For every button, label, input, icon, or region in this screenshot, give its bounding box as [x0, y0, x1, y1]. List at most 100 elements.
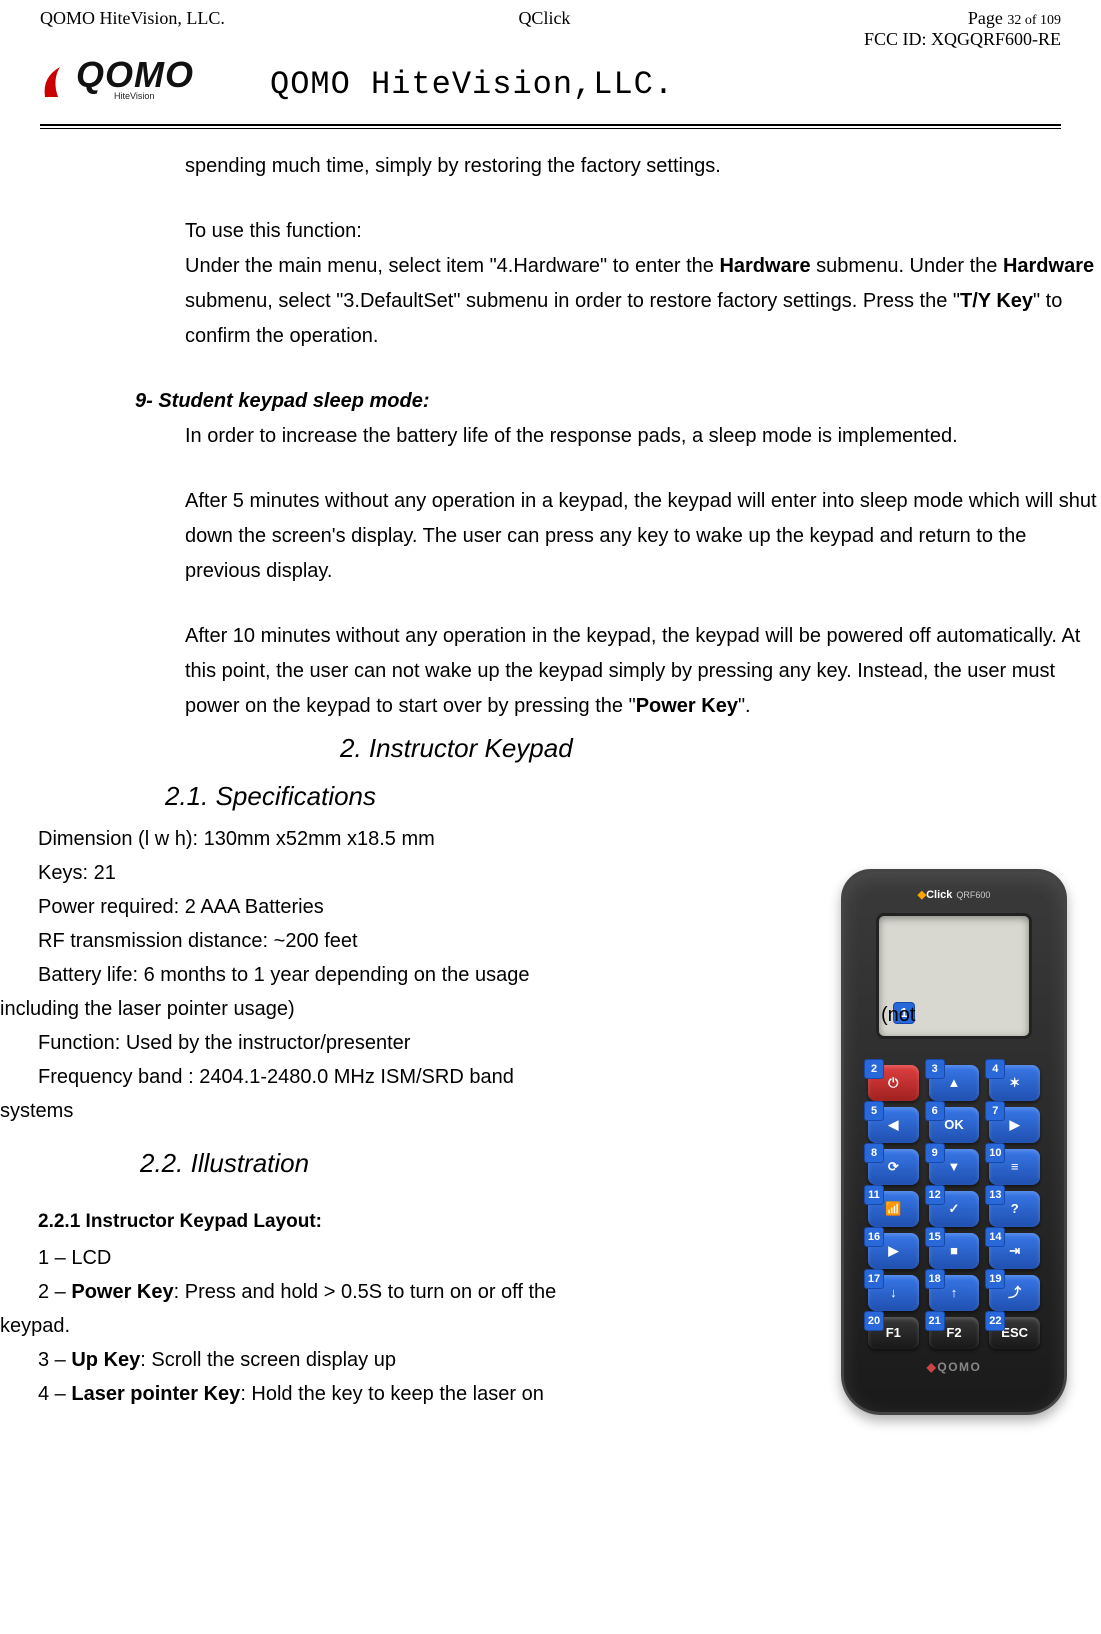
- bold-hardware: Hardware: [719, 255, 810, 277]
- spec-keys: Keys: 21: [38, 857, 841, 889]
- bold-powerkey2: Power Key: [71, 1281, 173, 1303]
- logo-brand: QOMO: [76, 54, 194, 95]
- device-brand-label: ◆ClickQRF600: [844, 872, 1064, 905]
- paragraph-sleep2: After 5 minutes without any operation in…: [0, 484, 1101, 589]
- key-icon-18: ↑: [951, 1282, 958, 1305]
- header-product: QClick: [518, 8, 570, 50]
- spec-battery: Battery life: 6 months to 1 year dependi…: [38, 959, 841, 991]
- device-click-label: Click: [926, 889, 952, 901]
- text-frag: ".: [738, 695, 751, 717]
- key-badge-6: 6: [925, 1101, 945, 1121]
- key-icon-6: OK: [944, 1114, 964, 1137]
- section-9-heading: 9- Student keypad sleep mode:: [0, 384, 1101, 419]
- device-key-6: 6OK: [929, 1107, 980, 1143]
- key-badge-9: 9: [925, 1143, 945, 1163]
- spec-and-device-row: Dimension (l w h): 130mm x52mm x18.5 mm …: [0, 821, 1101, 1450]
- device-bottom-label: QOMO: [937, 1360, 981, 1374]
- paragraph-sleep3: After 10 minutes without any operation i…: [0, 619, 1101, 724]
- spec-dimension: Dimension (l w h): 130mm x52mm x18.5 mm: [38, 823, 841, 855]
- device-key-18: 18↑: [929, 1275, 980, 1311]
- device-key-2: 2⏻: [868, 1065, 919, 1101]
- header-rule-thin: [40, 128, 1061, 129]
- key-icon-11: 📶: [885, 1198, 901, 1221]
- device-key-14: 14⇥: [989, 1233, 1040, 1269]
- key-1-lcd: 1 – LCD: [38, 1242, 841, 1274]
- device-key-7: 7▶: [989, 1107, 1040, 1143]
- key-badge-18: 18: [925, 1269, 945, 1289]
- text-frag: : Scroll the screen display up: [140, 1349, 396, 1371]
- qomo-logo: QOMO HiteVision: [40, 54, 240, 114]
- key-badge-19: 19: [985, 1269, 1005, 1289]
- paragraph-restore: spending much time, simply by restoring …: [0, 149, 1101, 184]
- key-badge-14: 14: [985, 1227, 1005, 1247]
- key-badge-15: 15: [925, 1227, 945, 1247]
- logo-subbrand: HiteVision: [114, 91, 154, 101]
- device-key-9: 9▼: [929, 1149, 980, 1185]
- text-frag: submenu. Under the: [811, 255, 1003, 277]
- key-2-cont: keypad.: [0, 1310, 841, 1342]
- key-icon-9: ▼: [948, 1156, 961, 1179]
- key-icon-14: ⇥: [1009, 1240, 1020, 1263]
- company-title: QOMO HiteVision,LLC.: [270, 66, 674, 103]
- key-badge-5: 5: [864, 1101, 884, 1121]
- key-badge-21: 21: [925, 1311, 945, 1331]
- device-key-13: 13?: [989, 1191, 1040, 1227]
- device-key-16: 16▶: [868, 1233, 919, 1269]
- key-icon-17: ↓: [890, 1282, 897, 1305]
- device-key-11: 11📶: [868, 1191, 919, 1227]
- heading-instructor-keypad: 2. Instructor Keypad: [0, 726, 1101, 772]
- device-key-3: 3▲: [929, 1065, 980, 1101]
- key-badge-13: 13: [985, 1185, 1005, 1205]
- spec-power: Power required: 2 AAA Batteries: [38, 891, 841, 923]
- paragraph-sleep1: In order to increase the battery life of…: [0, 419, 1101, 454]
- device-key-5: 5◀: [868, 1107, 919, 1143]
- spec-rf: RF transmission distance: ~200 feet: [38, 925, 841, 957]
- key-badge-11: 11: [864, 1185, 884, 1205]
- key-badge-16: 16: [864, 1227, 884, 1247]
- key-icon-8: ⟳: [888, 1156, 899, 1179]
- key-badge-12: 12: [925, 1185, 945, 1205]
- key-icon-19: ⤴: [1008, 1282, 1021, 1305]
- bold-hardware2: Hardware: [1003, 255, 1094, 277]
- device-key-10: 10≡: [989, 1149, 1040, 1185]
- key-icon-2: ⏻: [888, 1072, 898, 1095]
- key-2-power: 2 – Power Key: Press and hold > 0.5S to …: [38, 1276, 841, 1308]
- swoosh-icon: [40, 62, 80, 102]
- key-icon-4: ✶: [1009, 1072, 1020, 1095]
- key-icon-20: F1: [886, 1322, 901, 1345]
- device-illustration: ◆ClickQRF600 1 2⏻3▲4✶5◀6OK7▶8⟳9▼10≡11📶12…: [841, 869, 1081, 1415]
- text-frag: : Hold the key to keep the laser on: [240, 1383, 544, 1405]
- page-current: 32: [1007, 13, 1021, 28]
- device-key-20: 20F1: [868, 1317, 919, 1349]
- paragraph-hardware: Under the main menu, select item "4.Hard…: [0, 249, 1101, 354]
- device-key-8: 8⟳: [868, 1149, 919, 1185]
- bold-laserkey: Laser pointer Key: [71, 1383, 240, 1405]
- device-model-label: QRF600: [956, 890, 990, 900]
- key-badge-3: 3: [925, 1059, 945, 1079]
- page-total: 109: [1040, 13, 1061, 28]
- device-key-19: 19⤴: [989, 1275, 1040, 1311]
- key-icon-5: ◀: [888, 1114, 898, 1137]
- key-icon-22: ESC: [1001, 1322, 1028, 1345]
- page-label: Page: [968, 8, 1008, 28]
- heading-illustration: 2.2. Illustration: [0, 1141, 841, 1187]
- key-badge-2: 2: [864, 1059, 884, 1079]
- text-frag: 4 –: [38, 1383, 71, 1405]
- key-icon-15: ■: [950, 1240, 958, 1263]
- key-4-laser: 4 – Laser pointer Key: Hold the key to k…: [38, 1378, 841, 1410]
- header-rule-thick: [40, 124, 1061, 126]
- spec-battery-not: (not: [841, 998, 1101, 1033]
- key-icon-10: ≡: [1011, 1156, 1019, 1179]
- device-key-4: 4✶: [989, 1065, 1040, 1101]
- key-badge-20: 20: [864, 1311, 884, 1331]
- key-badge-22: 22: [985, 1311, 1005, 1331]
- text-frag: 2 –: [38, 1281, 71, 1303]
- heading-specifications: 2.1. Specifications: [0, 774, 1101, 820]
- text-frag: submenu, select "3.DefaultSet" submenu i…: [185, 290, 960, 312]
- spec-list: Dimension (l w h): 130mm x52mm x18.5 mm …: [0, 823, 841, 991]
- bold-tykey: T/Y Key: [960, 290, 1033, 312]
- key-badge-7: 7: [985, 1101, 1005, 1121]
- device-key-12: 12✓: [929, 1191, 980, 1227]
- document-body: spending much time, simply by restoring …: [0, 149, 1101, 1450]
- key-icon-7: ▶: [1010, 1114, 1020, 1137]
